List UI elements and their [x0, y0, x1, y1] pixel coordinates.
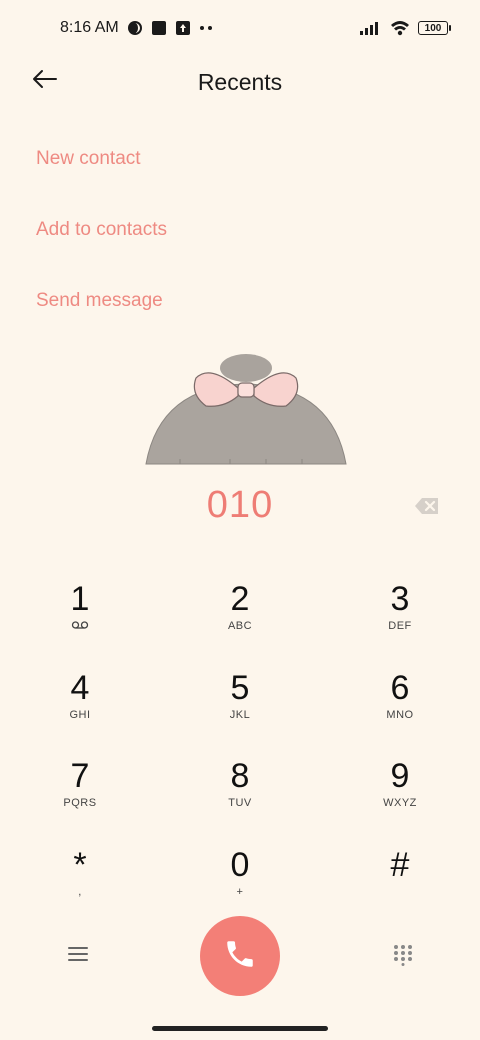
- key-letters: DEF: [388, 620, 412, 632]
- keypad: 1 2 ABC 3 DEF 4 GHI 5 JKL 6 MNO 7 PQRS 8…: [0, 570, 480, 924]
- key-digit: 8: [230, 757, 250, 795]
- key-letters: PQRS: [63, 797, 97, 809]
- key-digit: 9: [390, 757, 410, 795]
- upload-icon: [175, 20, 191, 36]
- dots-icon: [199, 25, 213, 31]
- page-title: Recents: [197, 68, 283, 95]
- status-left: 8:16 AM: [60, 19, 213, 37]
- key-3[interactable]: 3 DEF: [320, 570, 480, 659]
- back-button[interactable]: [28, 66, 62, 96]
- key-letters: GHI: [69, 708, 91, 721]
- key-1[interactable]: 1: [0, 570, 160, 659]
- menu-icon: [66, 947, 90, 968]
- key-2[interactable]: 2 ABC: [160, 570, 320, 659]
- key-digit: *: [73, 845, 87, 884]
- key-9[interactable]: 9 WXYZ: [320, 747, 480, 836]
- key-digit: 3: [390, 580, 410, 618]
- key-4[interactable]: 4 GHI: [0, 659, 160, 748]
- dialpad-icon: [392, 945, 414, 970]
- header: Recents: [0, 56, 480, 108]
- status-time: 8:16 AM: [60, 19, 119, 36]
- wifi-icon: [390, 20, 410, 36]
- key-letters: MNO: [386, 708, 414, 721]
- voicemail-icon: [71, 620, 89, 633]
- key-letters: TUV: [228, 797, 252, 809]
- key-letters: +: [236, 885, 244, 898]
- key-digit: 7: [70, 757, 90, 795]
- key-digit: #: [390, 845, 410, 884]
- moon-icon: [127, 20, 143, 36]
- send-message-link[interactable]: Send message: [36, 290, 163, 312]
- home-indicator[interactable]: [152, 1026, 328, 1031]
- new-contact-link[interactable]: New contact: [36, 148, 141, 170]
- dialed-number: 010: [206, 484, 274, 526]
- key-digit: 1: [70, 580, 90, 618]
- key-star[interactable]: * ,: [0, 836, 160, 925]
- status-right: 100: [360, 20, 451, 36]
- backspace-icon: [414, 498, 440, 520]
- key-6[interactable]: 6 MNO: [320, 659, 480, 748]
- bottom-bar: [0, 916, 480, 996]
- key-letters: JKL: [229, 708, 251, 721]
- status-bar: 8:16 AM 100: [0, 0, 480, 56]
- key-letters: WXYZ: [383, 797, 417, 809]
- key-digit: 0: [230, 845, 250, 884]
- battery-icon: 100: [418, 21, 451, 35]
- key-5[interactable]: 5 JKL: [160, 659, 320, 748]
- arrow-left-icon: [32, 69, 58, 94]
- key-7[interactable]: 7 PQRS: [0, 747, 160, 836]
- square-icon: [151, 20, 167, 36]
- key-digit: 2: [230, 580, 250, 618]
- key-0[interactable]: 0 +: [160, 836, 320, 925]
- add-to-contacts-link[interactable]: Add to contacts: [36, 219, 167, 241]
- key-8[interactable]: 8 TUV: [160, 747, 320, 836]
- phone-icon: [223, 937, 257, 976]
- character-illustration: [140, 346, 352, 468]
- key-digit: 4: [70, 668, 90, 707]
- key-letters: ,: [78, 885, 82, 898]
- key-digit: 6: [390, 668, 410, 707]
- call-button[interactable]: [200, 916, 280, 996]
- key-letters: ABC: [227, 620, 253, 632]
- key-digit: 5: [230, 668, 250, 707]
- signal-icon: [360, 21, 382, 35]
- menu-button[interactable]: [66, 944, 90, 964]
- key-hash[interactable]: #: [320, 836, 480, 925]
- backspace-button[interactable]: [414, 496, 440, 516]
- dialpad-toggle-button[interactable]: [392, 944, 414, 966]
